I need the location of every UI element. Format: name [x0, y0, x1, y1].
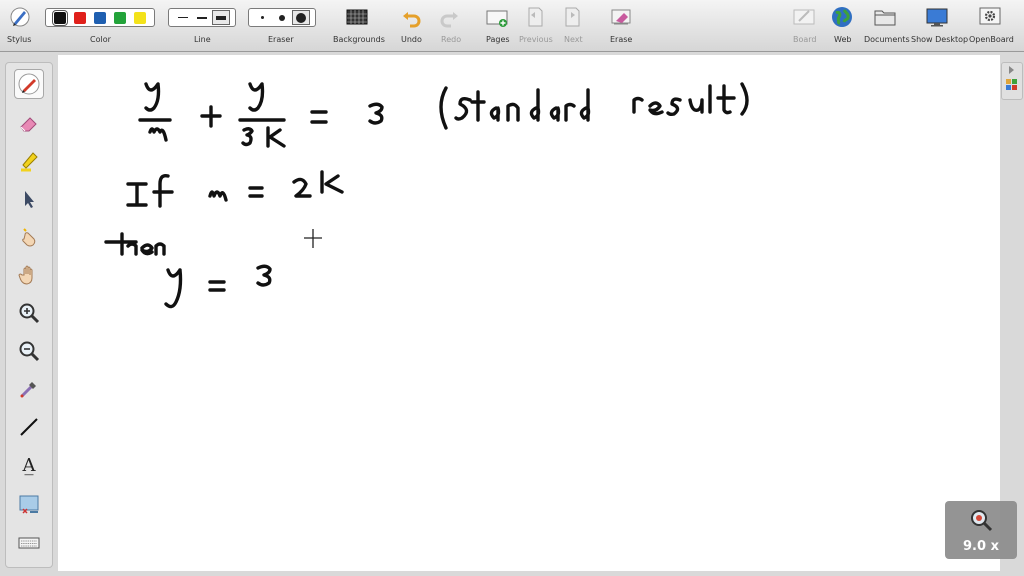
capture-tool-button[interactable] [14, 490, 44, 520]
zoom-in-tool-button[interactable] [14, 298, 44, 328]
ink-equals-sign [310, 110, 328, 124]
ink-if-m-equals-2k [126, 170, 344, 208]
library-panel-icon [1006, 66, 1017, 90]
eraser-icon [20, 117, 37, 132]
zoom-out-tool-button[interactable] [14, 336, 44, 366]
pipette-icon [20, 382, 36, 398]
keyboard-icon [18, 537, 40, 549]
highlighter-tool-button[interactable] [14, 146, 44, 176]
text-tool-button[interactable]: A̲ [14, 450, 44, 480]
ink-standard-result-note [439, 82, 749, 130]
ink-y-equals-3 [164, 264, 272, 309]
line-icon [20, 418, 38, 436]
interact-tool-button[interactable] [14, 222, 44, 252]
library-panel-tab[interactable] [1001, 62, 1023, 100]
ink-then-word [104, 232, 166, 256]
line-tool-button[interactable] [14, 412, 44, 442]
capture-icon [19, 495, 39, 514]
magnifier-icon [971, 510, 993, 532]
crosshair-cursor [304, 229, 322, 248]
hand-tool-button[interactable] [14, 260, 44, 290]
pointer-icon [25, 191, 34, 208]
handwriting-ink-layer [104, 82, 749, 309]
highlighter-icon [21, 152, 38, 172]
tool-palette: A̲ [5, 62, 53, 568]
laser-pointer-tool-button[interactable] [14, 374, 44, 404]
zoom-out-icon [19, 341, 40, 362]
zoom-in-icon [19, 303, 40, 324]
eraser-tool-button[interactable] [14, 108, 44, 138]
zoom-level-text: 9.0 x [963, 539, 999, 554]
ink-fraction-y-over-m [138, 82, 172, 142]
text-icon: A̲ [22, 454, 36, 476]
ink-plus-sign [200, 105, 222, 128]
ink-digit-3 [368, 102, 384, 125]
zoom-indicator[interactable]: 9.0 x [945, 501, 1017, 559]
laser-hand-icon [22, 228, 36, 247]
virtual-keyboard-button[interactable] [14, 528, 44, 558]
ink-fraction-y-over-3k [238, 82, 286, 148]
pen-icon [18, 73, 40, 95]
pan-hand-icon [18, 265, 33, 285]
pen-tool-button[interactable] [14, 69, 44, 99]
selector-tool-button[interactable] [14, 184, 44, 214]
